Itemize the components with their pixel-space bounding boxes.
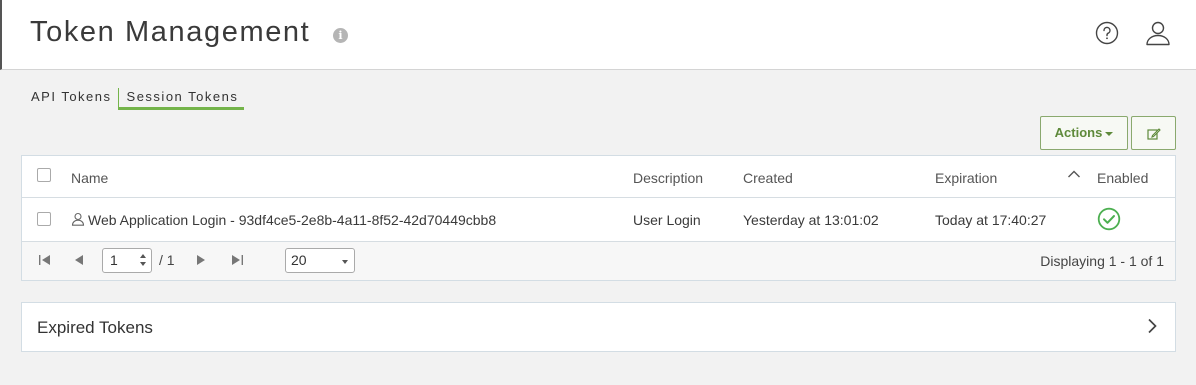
token-name-cell: Web Application Login - 93df4ce5-2e8b-4a… [71,212,496,228]
first-page-icon[interactable] [38,254,52,266]
tab-session-tokens[interactable]: Session Tokens [117,88,245,110]
column-header-created[interactable]: Created [743,170,793,186]
next-page-icon[interactable] [196,254,206,266]
displaying-count: Displaying 1 - 1 of 1 [1040,253,1164,269]
page-number-input[interactable]: 1 [102,248,152,273]
row-select-checkbox[interactable] [37,212,51,226]
column-header-name[interactable]: Name [71,170,108,186]
help-circle-icon[interactable] [1095,21,1119,45]
pagination-bar: 1 / 1 20 Displaying 1 - 1 of 1 [22,242,1175,280]
edit-button[interactable] [1131,116,1176,150]
chevron-right-icon[interactable] [1147,318,1157,334]
column-header-expiration[interactable]: Expiration [935,170,997,186]
total-pages: / 1 [159,252,175,268]
page-title: Token Management [30,16,311,48]
actions-button-label: Actions [1054,125,1103,140]
tab-api-tokens[interactable]: API Tokens [29,88,114,110]
page-size-select[interactable]: 20 [285,248,355,273]
person-icon [71,212,85,226]
caret-down-icon [1105,131,1114,136]
token-created: Yesterday at 13:01:02 [743,212,879,228]
chevron-down-icon [342,260,348,264]
info-icon[interactable]: i [333,28,348,43]
sort-ascending-icon[interactable] [1067,169,1081,179]
token-tabs: API Tokens Session Tokens [29,88,245,110]
token-name: Web Application Login - 93df4ce5-2e8b-4a… [88,212,497,228]
column-header-enabled[interactable]: Enabled [1097,170,1148,186]
previous-page-icon[interactable] [74,254,84,266]
expired-tokens-panel[interactable]: Expired Tokens [21,302,1176,352]
spinner-arrows-icon[interactable] [139,252,147,268]
page-header: Token Management i [0,0,1196,70]
table-row[interactable]: Web Application Login - 93df4ce5-2e8b-4a… [22,198,1175,242]
table-header-row: Name Description Created Expiration Enab… [22,156,1175,198]
select-all-checkbox[interactable] [37,168,51,182]
column-header-description[interactable]: Description [633,170,703,186]
edit-icon [1147,128,1161,140]
user-icon[interactable] [1145,20,1171,46]
expired-tokens-title: Expired Tokens [37,318,153,337]
enabled-check-icon [1097,207,1121,231]
page-number-value: 1 [110,252,118,268]
last-page-icon[interactable] [230,254,244,266]
token-expiration: Today at 17:40:27 [935,212,1047,228]
actions-button[interactable]: Actions [1040,116,1128,150]
token-description: User Login [633,212,701,228]
session-tokens-table: Name Description Created Expiration Enab… [21,155,1176,281]
page-size-value: 20 [291,252,307,268]
